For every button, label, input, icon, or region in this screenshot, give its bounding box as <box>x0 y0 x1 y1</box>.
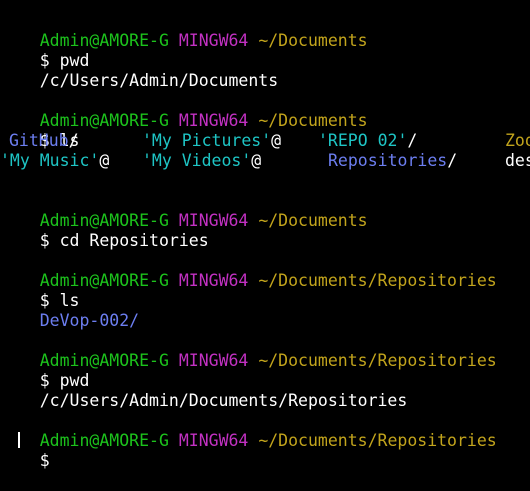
command-line: $ pwd <box>0 351 90 390</box>
prompt-line: Admin@AMORE-G MINGW64 ~/Documents/Reposi… <box>0 251 497 290</box>
prompt-symbol: $ <box>39 231 50 250</box>
prompt-path: ~/Documents/Repositories <box>258 351 497 370</box>
prompt-path: ~/Documents <box>258 211 368 230</box>
prompt-line: Admin@AMORE-G MINGW64 ~/Documents <box>0 11 368 50</box>
ls-entry-repositories: Repositories/ <box>328 151 458 170</box>
prompt-line: Admin@AMORE-G MINGW64 ~/Documents/Reposi… <box>0 411 497 450</box>
ls-entry-github: GitHub/ <box>9 131 79 150</box>
prompt-system: MINGW64 <box>178 431 249 450</box>
ls-entry-devop-002: DeVop-002/ <box>39 311 140 330</box>
prompt-system: MINGW64 <box>178 351 249 370</box>
ls-entry-my-pictures: 'My Pictures'@ <box>142 131 282 150</box>
prompt-line: Admin@AMORE-G MINGW64 ~/Documents/Reposi… <box>0 331 497 370</box>
command-line: $ pwd <box>0 31 90 70</box>
command-line: $ ls <box>0 271 80 310</box>
prompt-user-host: Admin@AMORE-G <box>39 431 169 450</box>
ls-entry-my-music: 'My Music'@ <box>0 151 110 170</box>
command-text: cd Repositories <box>59 231 209 250</box>
ls-entry-repo-02: 'REPO 02'/ <box>318 131 418 150</box>
pwd-output: /c/Users/Admin/Documents <box>39 71 279 90</box>
prompt-line: Admin@AMORE-G MINGW64 ~/Documents <box>0 91 368 130</box>
output-line: /c/Users/Admin/Documents/Repositories <box>0 371 408 410</box>
text-cursor <box>18 432 20 448</box>
ls-entry-des: des <box>505 151 530 170</box>
ls-entry-zoo: Zoo <box>505 131 530 150</box>
prompt-path: ~/Documents/Repositories <box>258 431 497 450</box>
prompt-system: MINGW64 <box>178 111 249 130</box>
command-line: $ cd Repositories <box>0 211 209 250</box>
prompt-path: ~/Documents <box>258 31 368 50</box>
pwd-output: /c/Users/Admin/Documents/Repositories <box>39 391 408 410</box>
ls-output-row: GitHub/ 'My Pictures'@ 'REPO 02'/ Zoo <box>0 131 530 151</box>
ls-output-row: 'My Music'@ 'My Videos'@ Repositories/ d… <box>0 151 530 171</box>
prompt-line: Admin@AMORE-G MINGW64 ~/Documents <box>0 191 368 230</box>
ls-entry-my-videos: 'My Videos'@ <box>142 151 262 170</box>
terminal-window[interactable]: Admin@AMORE-G MINGW64 ~/Documents $ pwd … <box>0 0 530 470</box>
output-line: DeVop-002/ <box>0 291 139 330</box>
prompt-path: ~/Documents/Repositories <box>258 271 497 290</box>
prompt-system: MINGW64 <box>178 31 249 50</box>
command-line: $ ls <box>0 111 80 150</box>
active-command-line[interactable]: $ <box>0 431 50 470</box>
prompt-symbol: $ <box>39 451 50 470</box>
prompt-path: ~/Documents <box>258 111 368 130</box>
prompt-system: MINGW64 <box>178 271 249 290</box>
output-line: /c/Users/Admin/Documents <box>0 51 278 90</box>
